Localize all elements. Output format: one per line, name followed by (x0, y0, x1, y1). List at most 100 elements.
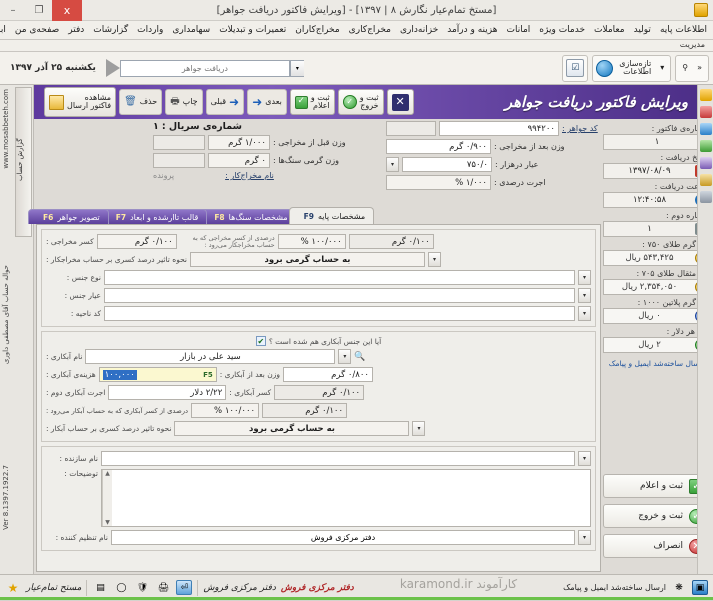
menu-item-14[interactable]: صفحه‌ی من (15, 25, 59, 35)
material-carat-field[interactable] (104, 288, 575, 303)
cancel-action[interactable]: ✕ انصراف (603, 534, 711, 558)
send-email-sms-link[interactable]: ارسال ساخته‌شد ایمیل و پیامک (603, 359, 711, 368)
save-announce-button[interactable]: ثبت و اعلام ✓ (289, 89, 335, 115)
toolbar-group-left[interactable]: « ⚲ (675, 54, 709, 82)
right-icon-rail[interactable] (697, 85, 713, 574)
rail-red-icon[interactable] (699, 106, 712, 118)
material-type-field[interactable] (104, 270, 575, 285)
rail-gray-icon[interactable] (699, 191, 712, 203)
jewel-code-extra[interactable] (386, 121, 436, 136)
menu-item-13[interactable]: دفتر (68, 25, 84, 35)
receive-time-field[interactable]: ◷ ۱۲:۴۰:۵۸ (603, 192, 711, 208)
menu-item-6[interactable]: خزانه‌داری (400, 25, 438, 35)
effect-dropdown-icon[interactable]: ▾ (428, 252, 442, 267)
statusbar-left-group[interactable]: دفتر مرکزی فروش دفتر مرکزی فروش ⏎ 🖨 🛡 ◯ … (5, 579, 354, 596)
menu-item-8[interactable]: مخراج‌کاران (295, 25, 339, 35)
statusbar-right-group[interactable]: ▣ ❋ ارسال ساخته‌شد ایمیل و پیامک (563, 580, 708, 595)
deduction-pct-field[interactable]: ۱۰۰/۰۰۰ % (277, 234, 346, 249)
receive-date-field[interactable]: ▦ ۱۳۹۷/۰۸/۰۹ (603, 163, 711, 179)
jewel-code-field[interactable]: ۹۹۴۲۰۰ (439, 121, 559, 136)
menu-item-5[interactable]: هزینه و درآمد (447, 25, 497, 35)
printer-status-icon[interactable]: 🖨 (155, 580, 171, 595)
wage-pct-field[interactable]: ۱/۰۰۰ % (386, 175, 491, 190)
plating-pct-gram-field[interactable]: ۰/۱۰۰ گرم (262, 403, 348, 418)
scroll-down-icon[interactable]: ▼ (105, 519, 110, 526)
close-button[interactable]: x (52, 0, 82, 21)
registrar-dropdown-icon[interactable]: ▾ (578, 530, 591, 545)
tab-jewel-image[interactable]: تصویر جواهر F6 (28, 209, 109, 224)
menu-item-15[interactable]: ابزار (0, 25, 6, 35)
registrar-field[interactable]: دفتر مرکزی فروش (111, 530, 575, 545)
enter-icon[interactable]: ⏎ (176, 580, 193, 595)
window-controls[interactable]: – ❐ x (0, 0, 82, 21)
tab-stones[interactable]: مشخصات سنگ‌ها F8 (199, 209, 297, 224)
weight-after-field[interactable]: ۰/۹۰۰ گرم (386, 139, 491, 154)
search-input[interactable] (120, 60, 289, 76)
menu-item-1[interactable]: تولید (634, 25, 651, 35)
statusbar-app-icon[interactable]: ▣ (692, 580, 708, 595)
print-button[interactable]: چاپ 🖶 (165, 89, 203, 115)
weight-before-extra[interactable] (153, 135, 205, 150)
rail-yellow-icon[interactable] (699, 174, 712, 186)
save-announce-action[interactable]: ✓ ثبت و اعلام (603, 474, 711, 498)
file-link[interactable]: پرونده (153, 171, 174, 180)
rail-purple-icon[interactable] (699, 157, 712, 169)
tab-base-info[interactable]: مشخصات پایه F9 (288, 207, 375, 224)
close-form-button[interactable]: ✕ (386, 89, 414, 115)
notes-scrollbar[interactable]: ▲ ▼ (102, 470, 112, 526)
collapse-button[interactable]: « (694, 63, 705, 73)
menu-item-7[interactable]: مخراج‌کاری (349, 25, 391, 35)
plating-wage2-field[interactable]: ۲/۲۲ دلار (108, 385, 227, 400)
menu-item-4[interactable]: امانات (507, 25, 531, 35)
menubar[interactable]: اطلاعات پایه تولید معاملات خدمات ویژه ام… (0, 21, 713, 40)
rail-blue-icon[interactable] (699, 123, 712, 135)
maximize-button[interactable]: ❐ (26, 0, 52, 21)
carat-field[interactable]: ۷۵۰/۰ (402, 157, 492, 172)
star-icon[interactable]: ★ (5, 580, 21, 595)
region-code-dropdown-icon[interactable]: ▾ (578, 306, 591, 321)
pin-button[interactable]: ⚲ (679, 63, 691, 73)
refresh-data-group[interactable]: ▾ تازه‌سازی اطلاعات (592, 54, 672, 82)
second-number-field[interactable]: ▤ ۱ (603, 221, 711, 237)
menu-item-9[interactable]: تعمیرات و تبدیلات (219, 25, 286, 35)
checklist-icon[interactable]: ☑ (566, 59, 585, 77)
view-invoice-button[interactable]: مشاهده فاکتور ارسال (44, 87, 117, 117)
delete-button[interactable]: حذف 🗑 (119, 89, 163, 115)
menu-item-2[interactable]: معاملات (594, 25, 625, 35)
region-code-field[interactable] (104, 306, 575, 321)
search-box[interactable] (119, 59, 290, 77)
statusbar-send-text[interactable]: ارسال ساخته‌شد ایمیل و پیامک (563, 583, 666, 592)
tabbar[interactable]: مشخصات پایه F9 مشخصات سنگ‌ها F8 قالب تاا… (28, 207, 601, 224)
deduction-pct-gram-field[interactable]: ۰/۱۰۰ گرم (348, 234, 434, 249)
notes-field[interactable]: ▲ ▼ (101, 469, 591, 527)
refresh-dropdown[interactable]: ▾ (657, 63, 667, 73)
plating-cost-field[interactable]: F5 ۱۰۰,۰۰۰ (98, 367, 217, 382)
plating-effect-field[interactable]: به حساب گرمی برود (174, 421, 410, 436)
refresh-data-button[interactable]: تازه‌سازی اطلاعات (616, 59, 654, 78)
plating-pct-field[interactable]: ۱۰۰/۰۰۰ % (191, 403, 260, 418)
tab-mold-dimensions[interactable]: قالب تاارشده و ابعاد F7 (100, 209, 208, 224)
material-type-dropdown-icon[interactable]: ▾ (578, 270, 591, 285)
effect-field[interactable]: به حساب گرمی برود (190, 252, 426, 267)
next-record-button[interactable]: بعدی ➜ (247, 89, 287, 115)
weight-after-plating-field[interactable]: ۰/۸۰۰ گرم (283, 367, 373, 382)
rail-gold-icon[interactable] (699, 89, 712, 101)
save-exit-action[interactable]: ✓ ثبت و خروج (603, 504, 711, 528)
carat-dropdown-icon[interactable]: ▾ (386, 157, 399, 172)
stones-weight-field[interactable]: ۰ گرم (208, 153, 270, 168)
plating-deduction-field[interactable]: ۰/۱۰۰ گرم (274, 385, 365, 400)
maker-dropdown-icon[interactable]: ▾ (578, 451, 591, 466)
prev-record-button[interactable]: ➜ قبلی (205, 89, 245, 115)
menu-item-12[interactable]: گزارشات (93, 25, 128, 35)
maker-field[interactable] (101, 451, 575, 466)
search-dropdown-icon[interactable]: ▾ (289, 59, 304, 77)
new-task-group[interactable]: ☑ (562, 54, 589, 82)
rail-green-icon[interactable] (699, 140, 712, 152)
plating-effect-dropdown-icon[interactable]: ▾ (412, 421, 426, 436)
menu-item-11[interactable]: واردات (137, 25, 163, 35)
shield-icon[interactable]: 🛡 (134, 580, 150, 595)
plated-checkbox[interactable]: ✔ (255, 336, 266, 346)
minimize-button[interactable]: – (0, 0, 26, 21)
clock-status-icon[interactable]: ◯ (113, 580, 129, 595)
calculator-icon[interactable]: ▤ (92, 580, 108, 595)
